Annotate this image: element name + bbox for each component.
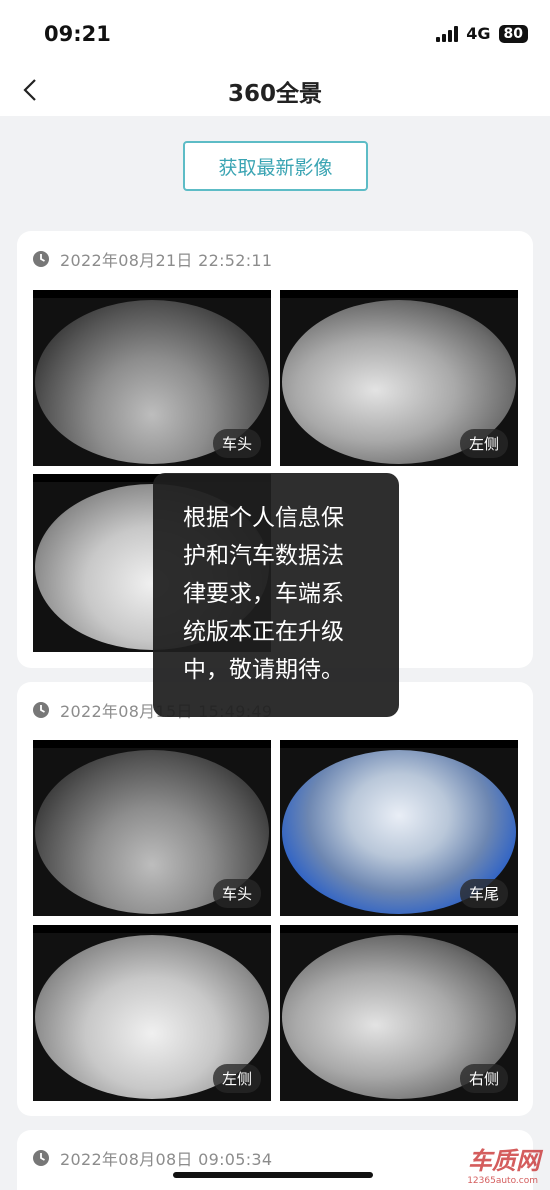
status-time: 09:21 xyxy=(44,22,111,46)
card-header: 2022年08月21日 22:52:11 xyxy=(32,247,272,271)
home-indicator xyxy=(173,1172,373,1178)
clock-icon xyxy=(33,702,49,718)
network-type: 4G xyxy=(466,24,491,43)
signal-icon xyxy=(436,25,459,42)
photo-label: 左侧 xyxy=(459,429,508,458)
camera-photo[interactable]: 右侧 xyxy=(280,925,518,1101)
toast-line: 统版本正在升级 xyxy=(183,619,344,645)
clock-icon xyxy=(33,251,49,267)
status-bar: 09:21 4G 80 xyxy=(0,0,550,64)
photo-label: 右侧 xyxy=(459,1064,508,1093)
fetch-latest-images-button[interactable]: 获取最新影像 xyxy=(183,141,368,191)
toast-line: 中，敬请期待。 xyxy=(183,657,344,683)
toast-line: 根据个人信息保 xyxy=(183,505,344,531)
photo-label: 车尾 xyxy=(459,879,508,908)
card-timestamp: 2022年08月08日 09:05:34 xyxy=(60,1150,273,1169)
snapshot-card: 2022年08月15日 15:49:49 车头 车尾 左侧 右侧 xyxy=(17,682,533,1116)
photo-label: 车头 xyxy=(212,429,261,458)
clock-icon xyxy=(33,1150,49,1166)
camera-photo[interactable]: 车头 xyxy=(33,290,271,466)
toast-line: 护和汽车数据法 xyxy=(183,543,344,569)
camera-photo[interactable]: 左侧 xyxy=(33,925,271,1101)
camera-photo[interactable]: 左侧 xyxy=(280,290,518,466)
photo-label: 左侧 xyxy=(212,1064,261,1093)
watermark-url: 12365auto.com xyxy=(467,1176,538,1186)
battery-icon: 80 xyxy=(498,24,528,43)
toast-line: 律要求，车端系 xyxy=(183,581,344,607)
watermark-logo: 车质网 xyxy=(468,1147,540,1175)
camera-photo[interactable]: 车头 xyxy=(33,740,271,916)
camera-photo[interactable]: 车尾 xyxy=(280,740,518,916)
toast-message: 根据个人信息保 护和汽车数据法 律要求，车端系 统版本正在升级 中，敬请期待。 xyxy=(153,473,399,717)
page-title: 360全景 xyxy=(227,81,322,107)
snapshot-card: 2022年08月08日 09:05:34 xyxy=(17,1130,533,1190)
status-indicators: 4G 80 xyxy=(436,24,528,43)
card-timestamp: 2022年08月21日 22:52:11 xyxy=(60,251,273,270)
card-header: 2022年08月08日 09:05:34 xyxy=(32,1146,272,1170)
nav-bar: 360全景 xyxy=(0,64,550,116)
photo-label: 车头 xyxy=(212,879,261,908)
